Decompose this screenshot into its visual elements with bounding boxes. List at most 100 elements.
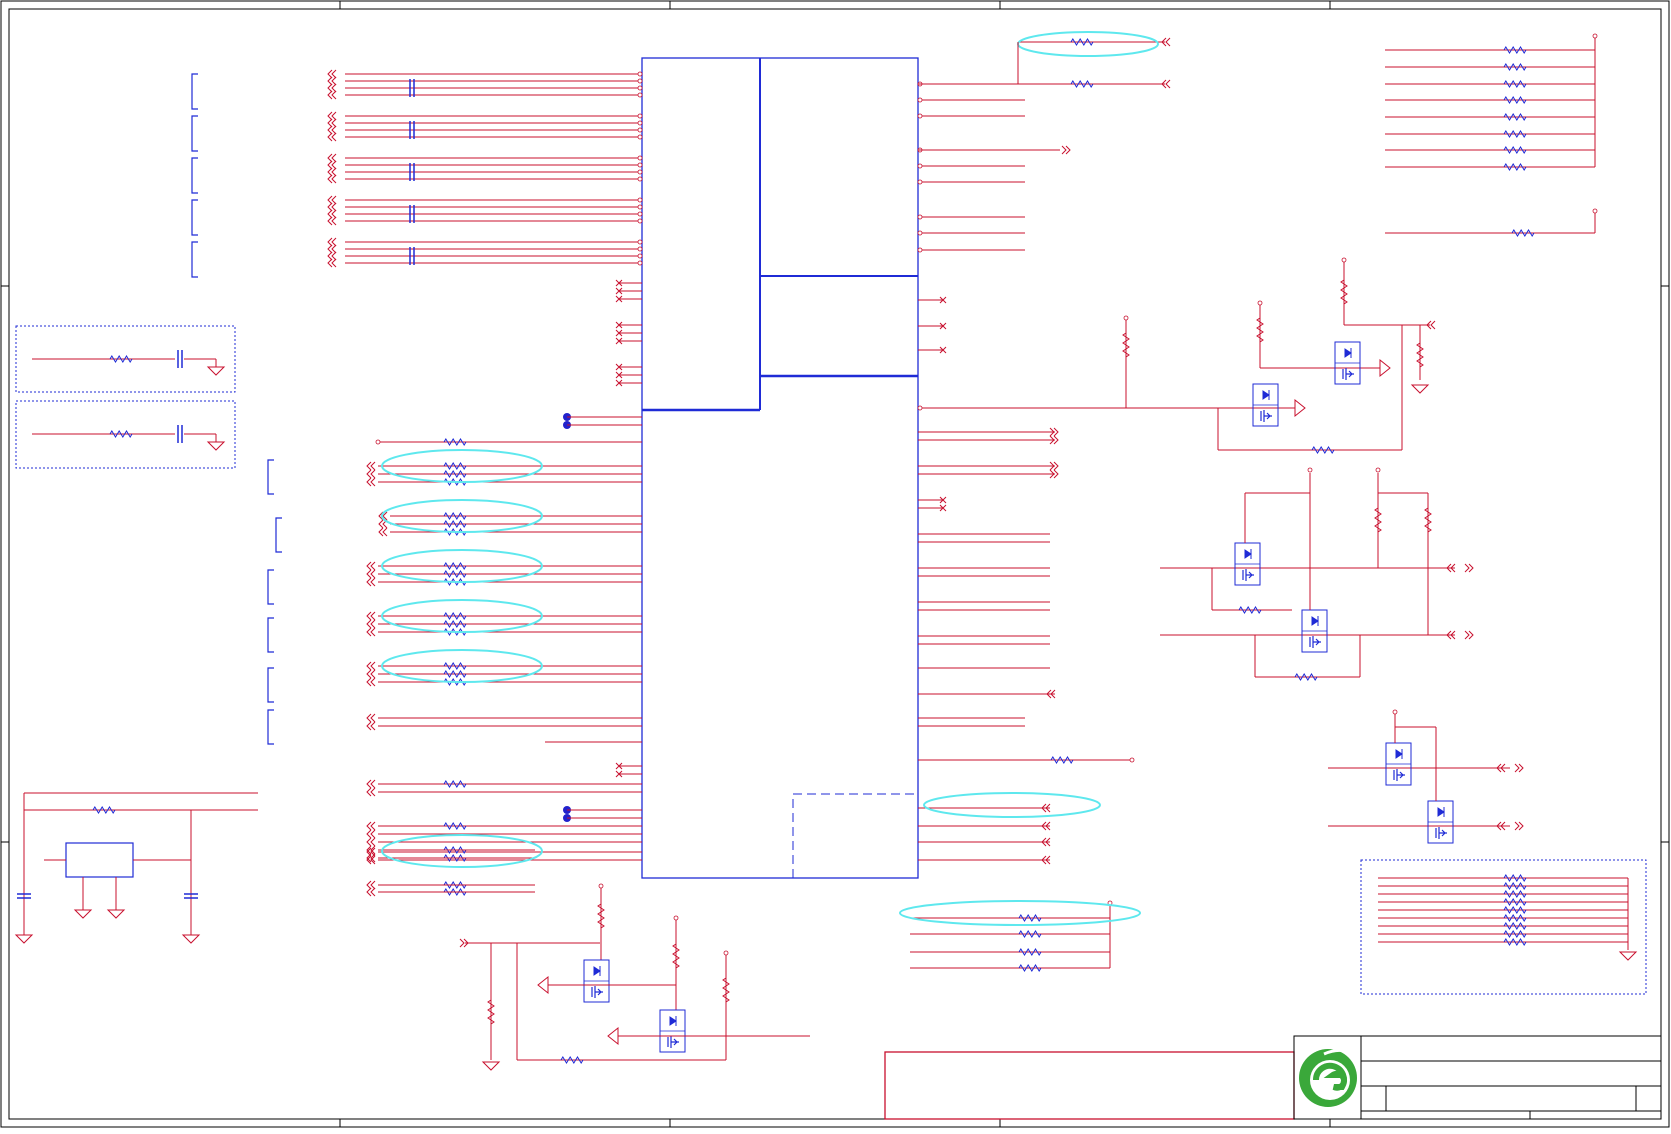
transistor-icon — [1260, 410, 1272, 422]
resistor-icon — [1503, 930, 1527, 938]
bus-bracket — [267, 459, 274, 495]
resistor-icon — [1503, 130, 1527, 138]
pin-marker — [637, 127, 643, 133]
offpage-connector-icon — [1514, 763, 1524, 773]
offpage-connector-icon — [366, 829, 376, 839]
resistor-icon — [1018, 948, 1042, 956]
resistor-icon — [1511, 229, 1535, 237]
resistor-icon — [1424, 507, 1432, 533]
diode-icon — [1262, 390, 1270, 400]
outer-border — [0, 0, 1670, 1128]
pin-marker — [637, 134, 643, 140]
resistor-icon — [1018, 930, 1042, 938]
offpage-connector-icon — [366, 837, 376, 847]
pin-marker — [598, 883, 604, 889]
diode-icon — [1344, 348, 1352, 358]
offpage-connector-icon — [327, 237, 337, 247]
resistor-icon — [1503, 938, 1527, 946]
offpage-connector-icon — [327, 174, 337, 184]
pin-marker — [723, 950, 729, 956]
resistor-array-box — [1360, 859, 1647, 995]
offpage-connector-icon — [366, 887, 376, 897]
resistor-icon — [1256, 317, 1264, 343]
offpage-connector-icon — [327, 202, 337, 212]
resistor-icon — [1503, 80, 1527, 88]
power-flag-icon — [537, 975, 549, 995]
resistor-icon — [1503, 882, 1527, 890]
pin-marker — [637, 218, 643, 224]
resistor-icon — [597, 903, 605, 929]
offpage-connector-icon — [327, 125, 337, 135]
sheet-frame — [0, 0, 1670, 1128]
bus-bracket — [275, 517, 282, 553]
offpage-connector-icon — [327, 167, 337, 177]
offpage-connector-icon — [327, 76, 337, 86]
offpage-connector-icon — [327, 69, 337, 79]
resistor-icon — [1503, 906, 1527, 914]
pin-marker — [917, 163, 923, 169]
resistor-icon — [1503, 898, 1527, 906]
offpage-connector-icon — [327, 83, 337, 93]
resistor-icon — [443, 822, 467, 830]
ground-icon — [73, 909, 93, 919]
pin-marker — [375, 439, 381, 445]
diff-pair-highlight — [899, 900, 1141, 926]
diff-pair-highlight — [1017, 31, 1159, 57]
pin-marker — [1592, 208, 1598, 214]
resistor-icon — [443, 462, 467, 470]
pin-marker — [637, 239, 643, 245]
pin-marker — [637, 71, 643, 77]
ground-icon — [1410, 384, 1430, 394]
offpage-connector-icon — [327, 132, 337, 142]
pin-marker — [917, 179, 923, 185]
offpage-connector-icon — [327, 258, 337, 268]
offpage-connector-icon — [327, 251, 337, 261]
ground-icon — [481, 1061, 501, 1071]
ground-icon — [181, 934, 201, 944]
offpage-connector-icon — [327, 118, 337, 128]
resistor-icon — [1070, 80, 1094, 88]
offpage-connector-icon — [366, 569, 376, 579]
resistor-icon — [443, 520, 467, 528]
transistor-icon — [1342, 368, 1354, 380]
offpage-connector-icon — [1514, 821, 1524, 831]
diode-icon — [669, 1016, 677, 1026]
bus-bracket — [191, 157, 198, 194]
pin-marker — [917, 230, 923, 236]
pin-marker — [917, 214, 923, 220]
resistor-icon — [1503, 63, 1527, 71]
offpage-connector-icon — [1464, 630, 1474, 640]
pin-marker — [637, 260, 643, 266]
pin-marker — [637, 197, 643, 203]
pin-marker — [917, 113, 923, 119]
resistor-icon — [1503, 922, 1527, 930]
pin-marker — [637, 92, 643, 98]
offpage-connector-icon — [366, 661, 376, 671]
pin-marker — [637, 211, 643, 217]
transistor-icon — [591, 986, 603, 998]
inner-border — [8, 8, 1662, 1120]
diode-icon — [1244, 549, 1252, 559]
pin-marker — [673, 915, 679, 921]
offpage-connector-icon — [366, 461, 376, 471]
bus-bracket — [267, 617, 274, 653]
resistor-icon — [1311, 446, 1335, 454]
pin-marker — [917, 405, 923, 411]
resistor-icon — [487, 999, 495, 1025]
offpage-connector-icon — [366, 787, 376, 797]
pin-marker — [637, 120, 643, 126]
resistor-icon — [109, 355, 133, 363]
offpage-connector-icon — [327, 90, 337, 100]
resistor-icon — [443, 470, 467, 478]
bus-bracket — [267, 709, 274, 745]
offpage-connector-icon — [366, 669, 376, 679]
bus-bracket — [191, 115, 198, 152]
resistor-icon — [443, 438, 467, 446]
resistor-icon — [443, 612, 467, 620]
resistor-icon — [443, 512, 467, 520]
offpage-connector-icon — [366, 880, 376, 890]
power-flag-icon — [607, 1026, 619, 1046]
resistor-icon — [1503, 163, 1527, 171]
resistor-icon — [1503, 46, 1527, 54]
pin-marker — [1592, 33, 1598, 39]
